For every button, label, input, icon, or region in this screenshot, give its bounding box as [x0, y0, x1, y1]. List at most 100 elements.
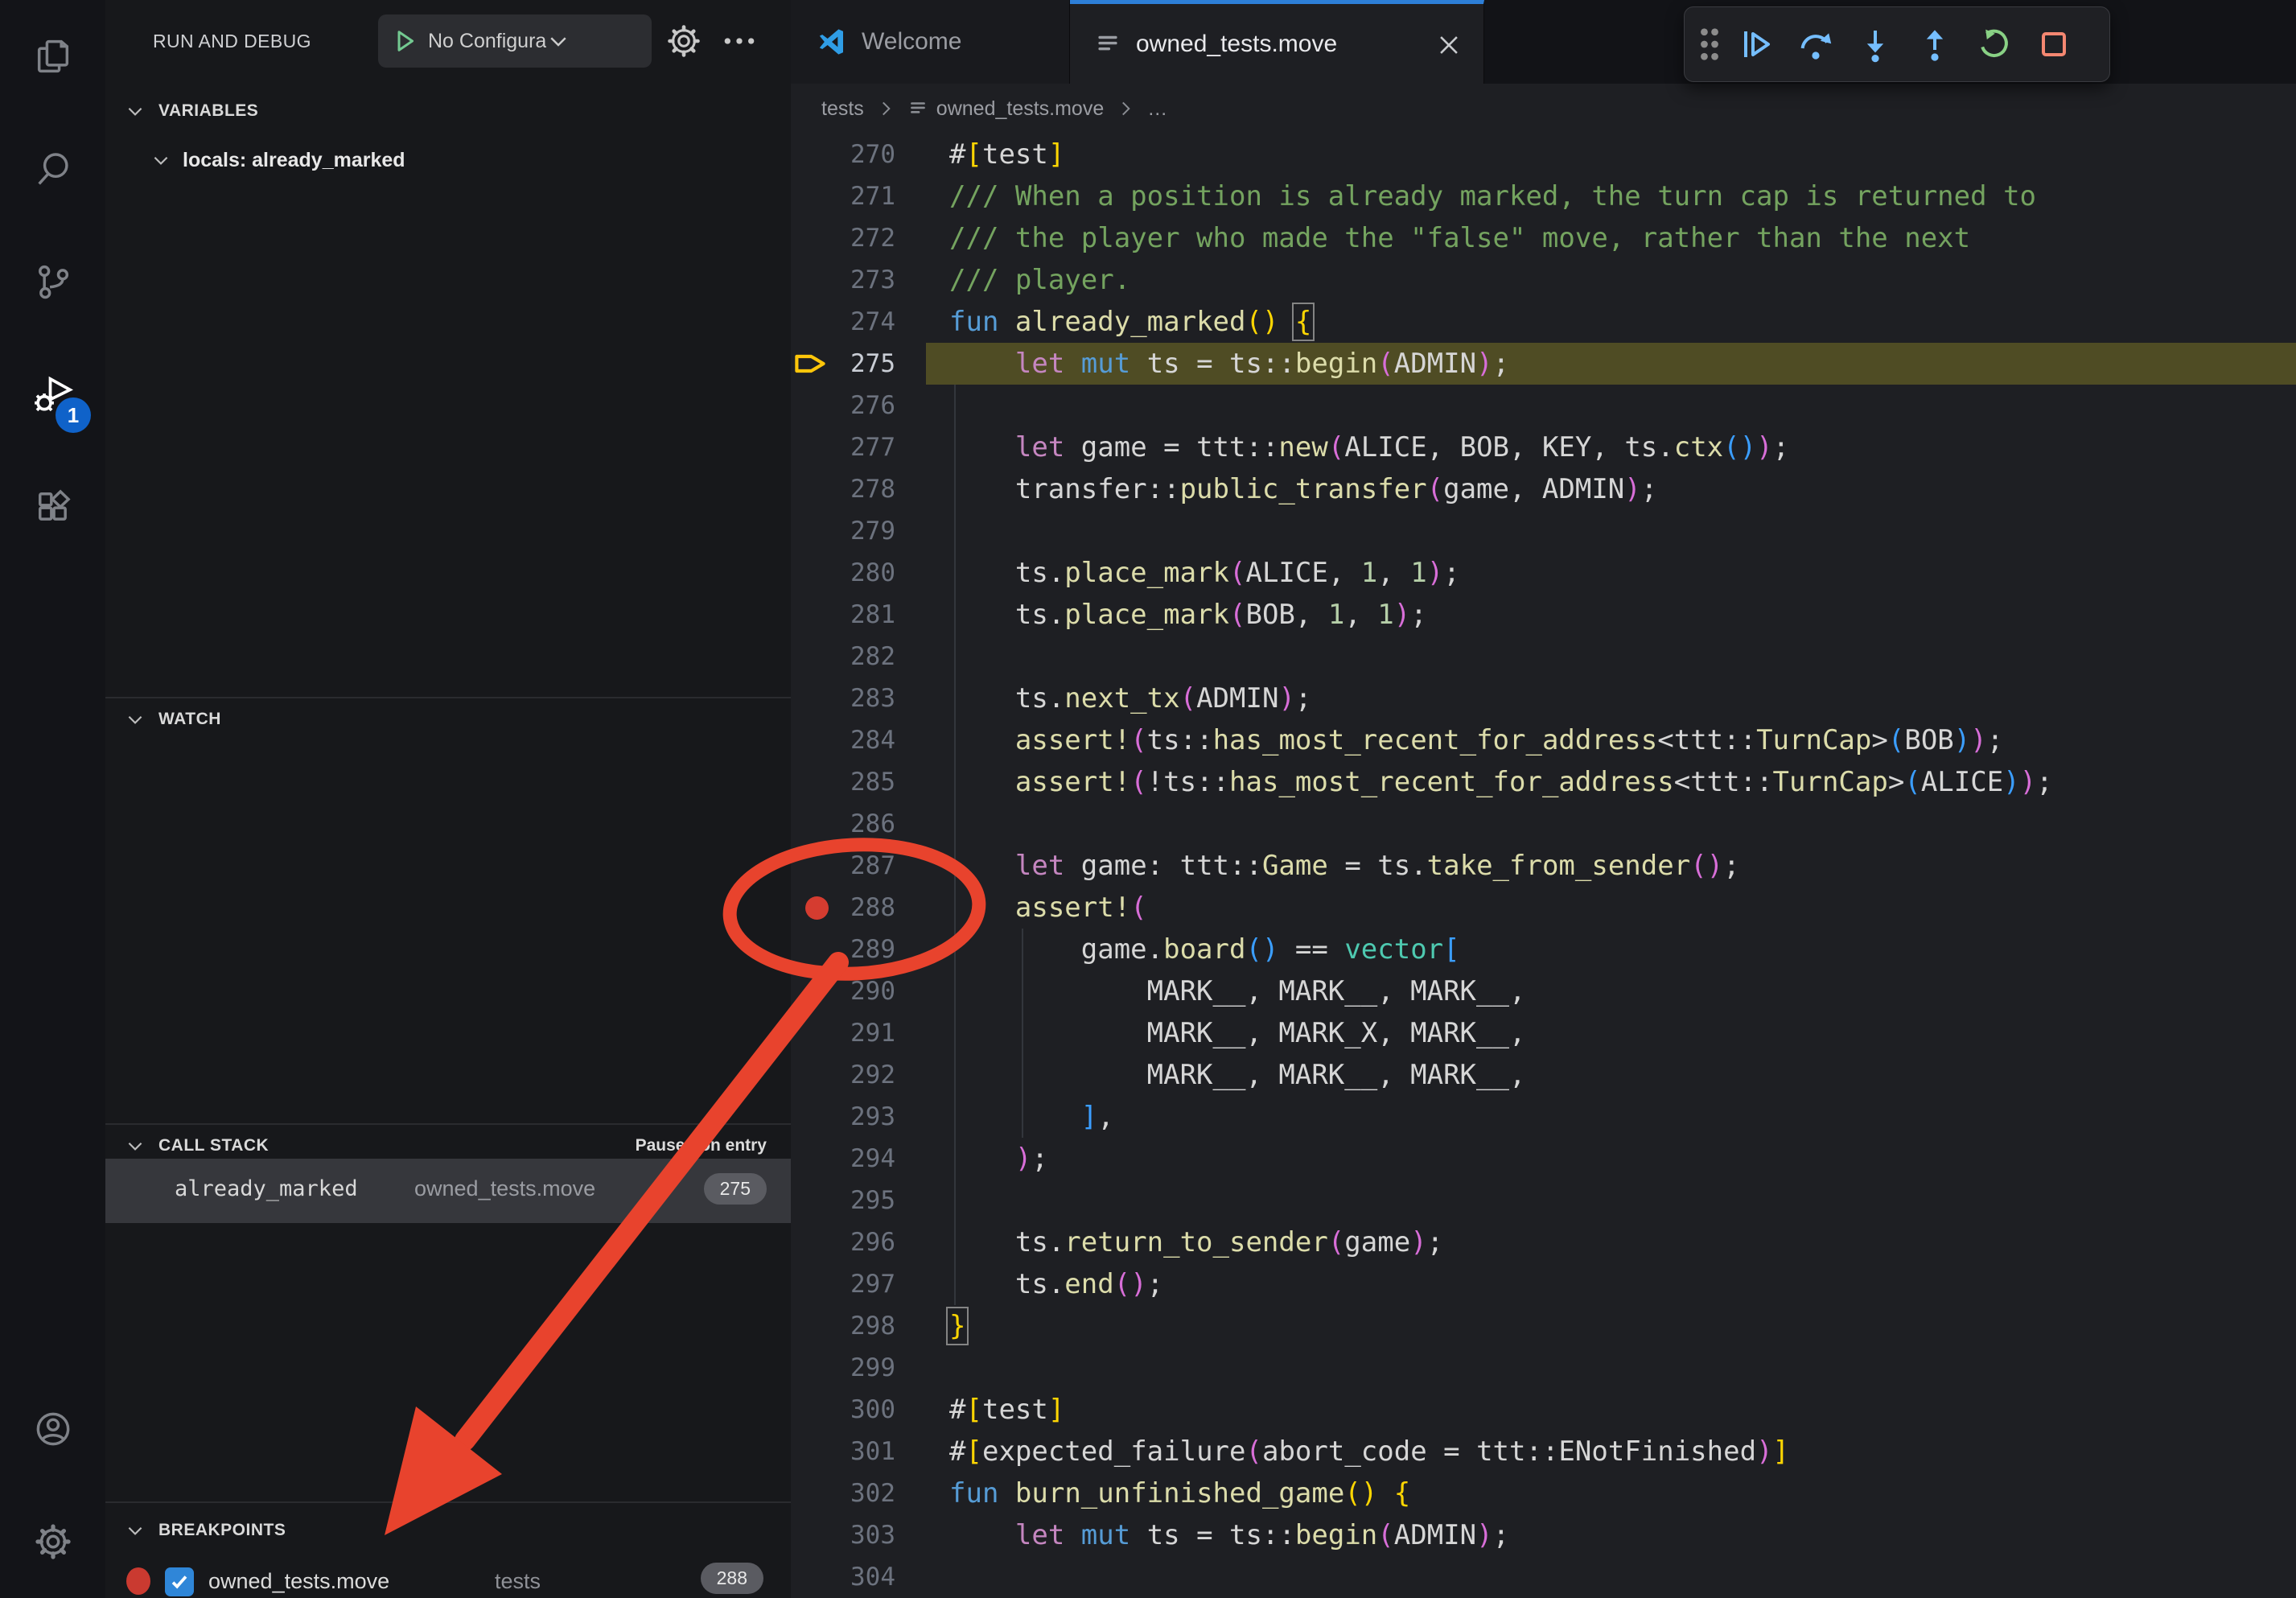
code-line-282[interactable]: 282	[791, 636, 2296, 678]
breakpoint-list-item[interactable]: owned_tests.move tests 288	[105, 1553, 791, 1598]
line-number[interactable]: 270	[791, 134, 895, 175]
code-line-304[interactable]: 304	[791, 1556, 2296, 1598]
code-line-303[interactable]: 303 let mut ts = ts::begin(ADMIN);	[791, 1514, 2296, 1556]
line-number[interactable]: 277	[791, 426, 895, 468]
code-line-288[interactable]: 288 assert!(	[791, 887, 2296, 929]
code-line-301[interactable]: 301#[expected_failure(abort_code = ttt::…	[791, 1431, 2296, 1472]
code-line-294[interactable]: 294 );	[791, 1138, 2296, 1180]
debug-configuration-dropdown[interactable]: No Configura	[378, 14, 652, 68]
line-number[interactable]: 273	[791, 259, 895, 301]
code-line-277[interactable]: 277 let game = ttt::new(ALICE, BOB, KEY,…	[791, 426, 2296, 468]
sidebar-item-source-control[interactable]	[0, 225, 105, 338]
breakpoints-section-header[interactable]: BREAKPOINTS	[105, 1509, 791, 1551]
line-number[interactable]: 296	[791, 1221, 895, 1263]
code-line-281[interactable]: 281 ts.place_mark(BOB, 1, 1);	[791, 594, 2296, 636]
code-line-299[interactable]: 299	[791, 1347, 2296, 1389]
views-more-actions-button[interactable]	[722, 27, 757, 55]
continue-button[interactable]	[1730, 15, 1783, 73]
line-number[interactable]: 279	[791, 510, 895, 552]
line-number[interactable]: 297	[791, 1263, 895, 1305]
breakpoint-enabled-checkbox[interactable]	[165, 1567, 194, 1596]
breadcrumb-item-symbol[interactable]: …	[1147, 97, 1167, 121]
code-line-286[interactable]: 286	[791, 803, 2296, 845]
code-line-284[interactable]: 284 assert!(ts::has_most_recent_for_addr…	[791, 719, 2296, 761]
code-line-275[interactable]: 275 let mut ts = ts::begin(ADMIN);	[791, 343, 2296, 385]
sidebar-item-run-and-debug[interactable]: 1	[0, 338, 105, 451]
sidebar-item-explorer[interactable]	[0, 0, 105, 113]
line-number[interactable]: 292	[791, 1054, 895, 1096]
code-line-273[interactable]: 273/// player.	[791, 259, 2296, 301]
code-line-271[interactable]: 271/// When a position is already marked…	[791, 175, 2296, 217]
breadcrumb-item-tests[interactable]: tests	[821, 97, 864, 121]
tab-welcome[interactable]: Welcome	[791, 0, 1070, 84]
line-number[interactable]: 271	[791, 175, 895, 217]
code-line-278[interactable]: 278 transfer::public_transfer(game, ADMI…	[791, 468, 2296, 510]
line-number[interactable]: 287	[791, 845, 895, 887]
code-line-274[interactable]: 274fun already_marked() {	[791, 301, 2296, 343]
line-number[interactable]: 272	[791, 217, 895, 259]
close-icon[interactable]	[1435, 31, 1463, 59]
code-line-276[interactable]: 276	[791, 385, 2296, 426]
variables-scope-locals[interactable]: locals: already_marked	[105, 140, 791, 180]
line-number[interactable]: 285	[791, 761, 895, 803]
line-number[interactable]: 289	[791, 929, 895, 970]
code-line-298[interactable]: 298}	[791, 1305, 2296, 1347]
breadcrumb-item-file[interactable]: owned_tests.move	[936, 97, 1104, 121]
tab-owned-tests-move[interactable]: owned_tests.move	[1070, 0, 1484, 84]
line-number[interactable]: 291	[791, 1012, 895, 1054]
drag-handle[interactable]	[1696, 25, 1723, 64]
line-number[interactable]: 290	[791, 970, 895, 1012]
line-number[interactable]: 288	[791, 887, 895, 929]
code-line-291[interactable]: 291 MARK__, MARK_X, MARK__,	[791, 1012, 2296, 1054]
code-line-272[interactable]: 272/// the player who made the "false" m…	[791, 217, 2296, 259]
line-number[interactable]: 302	[791, 1472, 895, 1514]
call-stack-frame-row[interactable]: already_marked owned_tests.move 275	[105, 1159, 791, 1223]
step-over-button[interactable]	[1789, 15, 1842, 73]
line-number[interactable]: 276	[791, 385, 895, 426]
watch-section-header[interactable]: WATCH	[105, 698, 791, 740]
line-number[interactable]: 274	[791, 301, 895, 343]
line-number[interactable]: 301	[791, 1431, 895, 1472]
code-area[interactable]: 270#[test]271/// When a position is alre…	[791, 134, 2296, 1598]
line-number[interactable]: 304	[791, 1556, 895, 1598]
account-button[interactable]	[0, 1373, 105, 1485]
code-line-295[interactable]: 295	[791, 1180, 2296, 1221]
line-number[interactable]: 286	[791, 803, 895, 845]
line-number[interactable]: 282	[791, 636, 895, 678]
code-line-279[interactable]: 279	[791, 510, 2296, 552]
code-line-287[interactable]: 287 let game: ttt::Game = ts.take_from_s…	[791, 845, 2296, 887]
code-line-285[interactable]: 285 assert!(!ts::has_most_recent_for_add…	[791, 761, 2296, 803]
line-number[interactable]: 295	[791, 1180, 895, 1221]
step-into-button[interactable]	[1849, 15, 1902, 73]
code-line-302[interactable]: 302fun burn_unfinished_game() {	[791, 1472, 2296, 1514]
start-debug-icon[interactable]	[389, 27, 418, 56]
code-line-293[interactable]: 293 ],	[791, 1096, 2296, 1138]
line-number[interactable]: 298	[791, 1305, 895, 1347]
code-line-289[interactable]: 289 game.board() == vector[	[791, 929, 2296, 970]
sidebar-item-search[interactable]	[0, 113, 105, 225]
line-number[interactable]: 283	[791, 678, 895, 719]
restart-button[interactable]	[1968, 15, 2021, 73]
settings-button[interactable]	[0, 1485, 105, 1598]
line-number[interactable]: 299	[791, 1347, 895, 1389]
code-line-292[interactable]: 292 MARK__, MARK__, MARK__,	[791, 1054, 2296, 1096]
code-line-270[interactable]: 270#[test]	[791, 134, 2296, 175]
line-number[interactable]: 278	[791, 468, 895, 510]
code-line-290[interactable]: 290 MARK__, MARK__, MARK__,	[791, 970, 2296, 1012]
debug-settings-button[interactable]	[664, 21, 704, 61]
step-out-button[interactable]	[1908, 15, 1961, 73]
line-number[interactable]: 294	[791, 1138, 895, 1180]
code-line-283[interactable]: 283 ts.next_tx(ADMIN);	[791, 678, 2296, 719]
code-line-280[interactable]: 280 ts.place_mark(ALICE, 1, 1);	[791, 552, 2296, 594]
line-number[interactable]: 280	[791, 552, 895, 594]
code-line-300[interactable]: 300#[test]	[791, 1389, 2296, 1431]
line-number[interactable]: 300	[791, 1389, 895, 1431]
stop-button[interactable]	[2027, 15, 2080, 73]
line-number[interactable]: 303	[791, 1514, 895, 1556]
line-number[interactable]: 284	[791, 719, 895, 761]
line-number[interactable]: 275	[791, 343, 895, 385]
sidebar-item-extensions[interactable]	[0, 451, 105, 563]
code-line-297[interactable]: 297 ts.end();	[791, 1263, 2296, 1305]
code-line-296[interactable]: 296 ts.return_to_sender(game);	[791, 1221, 2296, 1263]
line-number[interactable]: 281	[791, 594, 895, 636]
